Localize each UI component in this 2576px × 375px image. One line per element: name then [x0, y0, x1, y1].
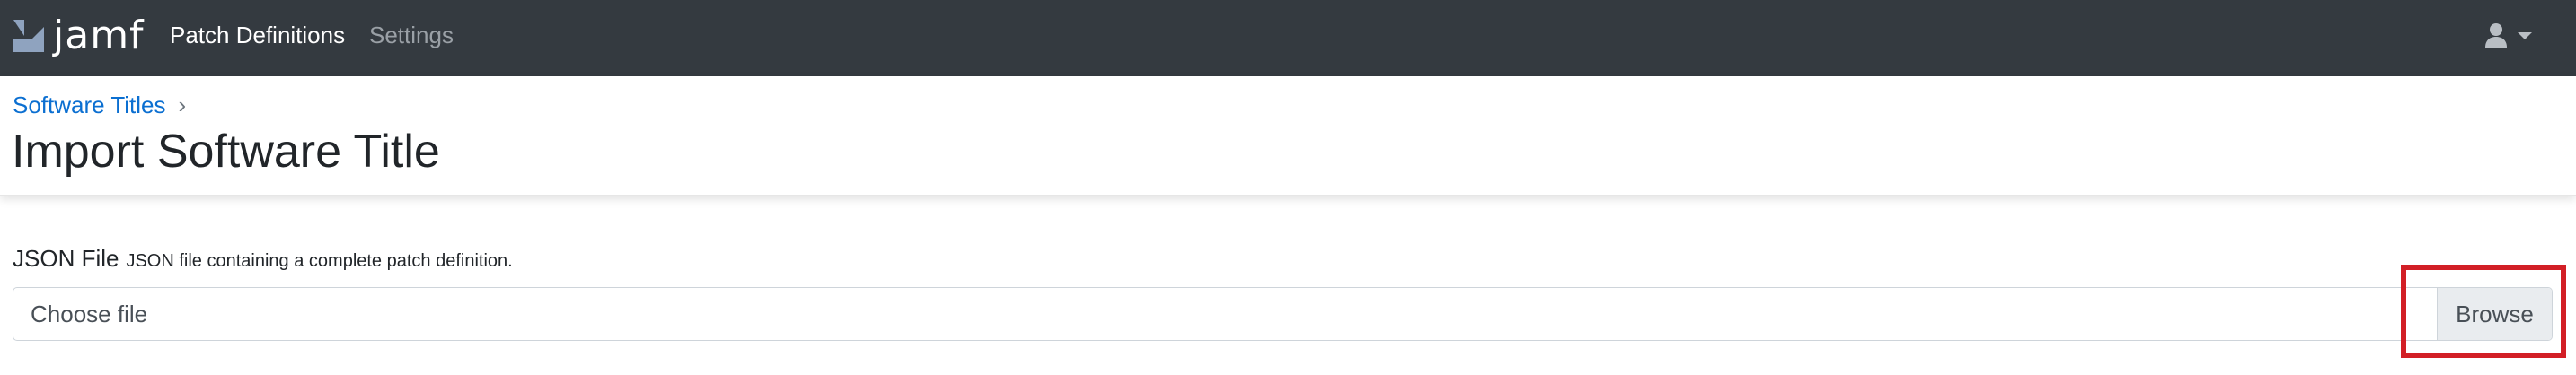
breadcrumb: Software Titles ›: [13, 90, 186, 120]
jamf-logo[interactable]: jamf: [12, 14, 145, 57]
json-file-input[interactable]: Choose file Browse: [13, 287, 2553, 341]
page-title: Import Software Title: [12, 126, 440, 178]
breadcrumb-software-titles[interactable]: Software Titles: [13, 90, 166, 120]
user-menu[interactable]: [2484, 18, 2542, 54]
nav-patch-definitions[interactable]: Patch Definitions: [170, 20, 345, 50]
json-file-label: JSON File: [13, 245, 119, 272]
json-file-help: JSON file containing a complete patch de…: [126, 251, 513, 271]
json-file-label-row: JSON File JSON file containing a complet…: [13, 245, 513, 273]
browse-button[interactable]: Browse: [2437, 288, 2552, 340]
page-header: Software Titles › Import Software Title: [0, 76, 2576, 196]
caret-down-icon: [2518, 32, 2532, 39]
breadcrumb-separator: ›: [178, 92, 187, 118]
file-input-placeholder: Choose file: [31, 301, 148, 327]
top-navbar: jamf Patch Definitions Settings: [0, 0, 2576, 76]
logo-text: jamf: [53, 13, 145, 58]
user-icon: [2485, 23, 2507, 48]
nav-settings[interactable]: Settings: [369, 20, 454, 50]
jamf-logo-icon: [13, 20, 44, 52]
